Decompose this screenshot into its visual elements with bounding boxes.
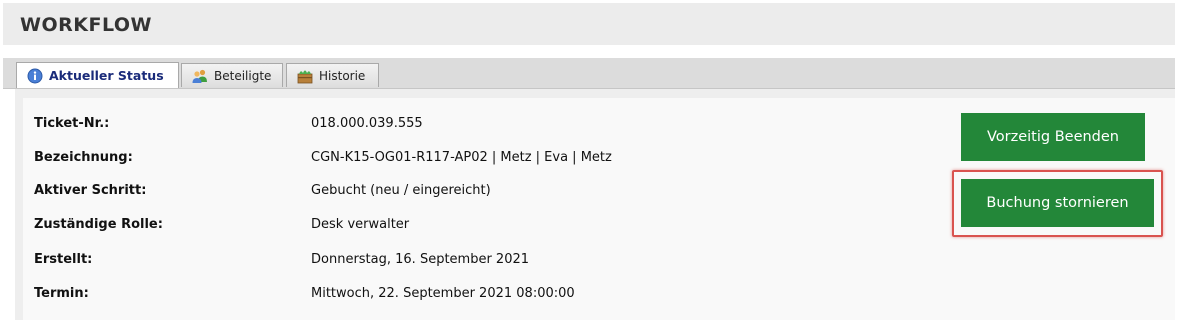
appointment-label: Termin: <box>34 286 89 301</box>
history-icon <box>297 68 313 84</box>
ticket-number-value: 018.000.039.555 <box>311 116 423 131</box>
responsible-role-value: Desk verwalter <box>311 217 410 232</box>
tab-label: Historie <box>319 68 366 83</box>
tab-beteiligte[interactable]: Beteiligte <box>181 63 283 87</box>
workflow-header: WORKFLOW <box>3 3 1175 45</box>
tab-strip: Aktueller Status Beteiligte Historie <box>3 58 1175 89</box>
page-title: WORKFLOW <box>20 14 152 36</box>
tab-label: Beteiligte <box>214 68 272 83</box>
users-icon <box>192 68 208 84</box>
designation-value: CGN-K15-OG01-R117-AP02 | Metz | Eva | Me… <box>311 150 612 165</box>
active-step-label: Aktiver Schritt: <box>34 183 147 198</box>
tab-historie[interactable]: Historie <box>286 63 379 87</box>
responsible-role-label: Zuständige Rolle: <box>34 217 163 232</box>
end-early-button[interactable]: Vorzeitig Beenden <box>961 113 1145 161</box>
appointment-value: Mittwoch, 22. September 2021 08:00:00 <box>311 286 575 301</box>
info-icon <box>27 68 43 84</box>
designation-label: Bezeichnung: <box>34 150 133 165</box>
tab-label: Aktueller Status <box>49 68 164 83</box>
tab-aktueller-status[interactable]: Aktueller Status <box>16 62 179 88</box>
cancel-booking-button[interactable]: Buchung stornieren <box>961 179 1154 227</box>
created-label: Erstellt: <box>34 252 93 267</box>
ticket-number-label: Ticket-Nr.: <box>34 116 110 131</box>
created-value: Donnerstag, 16. September 2021 <box>311 252 530 267</box>
active-step-value: Gebucht (neu / eingereicht) <box>311 183 491 198</box>
